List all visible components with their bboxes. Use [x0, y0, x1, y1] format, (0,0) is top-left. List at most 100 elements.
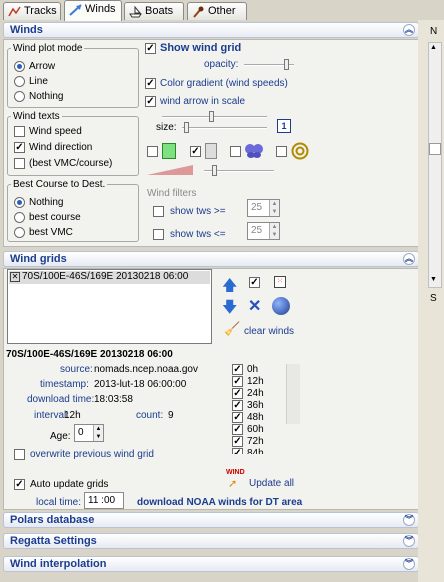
- gradient-slider-thumb[interactable]: [212, 165, 217, 176]
- radio-arrow[interactable]: [14, 61, 25, 72]
- timestamp-label: timestamp:: [40, 379, 89, 390]
- opacity-slider-thumb[interactable]: [284, 59, 289, 70]
- tab-winds[interactable]: Winds: [64, 0, 122, 21]
- target-ring-icon[interactable]: [291, 142, 309, 163]
- hour-checkbox[interactable]: ✓: [232, 412, 243, 423]
- scroll-down-icon[interactable]: ▼: [430, 276, 437, 283]
- wind-grid-list[interactable]: ✕ 70S/100E-46S/169E 20130218 06:00: [7, 269, 212, 344]
- clear-winds-link[interactable]: clear winds: [244, 326, 294, 337]
- hour-item[interactable]: ✓ 48h: [230, 412, 290, 424]
- wind-direction-checkbox[interactable]: ✓: [14, 142, 25, 153]
- stepper-arrows-icon[interactable]: ▲ ▼: [269, 223, 279, 239]
- size-reset-button[interactable]: 1: [277, 119, 291, 133]
- grid-dots-icon[interactable]: ⁙: [274, 276, 286, 288]
- radio-nothing[interactable]: [14, 91, 25, 102]
- style-checkbox-3[interactable]: [230, 146, 241, 157]
- hour-item[interactable]: ✓ 0h: [230, 364, 290, 376]
- arrow-scale-slider[interactable]: [162, 116, 267, 118]
- tab-boats[interactable]: Boats: [124, 2, 184, 20]
- color-gradient-checkbox[interactable]: ✓: [145, 78, 156, 89]
- arrow-down-icon[interactable]: 🡇: [222, 297, 237, 322]
- wind-update-icon: WIND: [226, 469, 245, 476]
- hour-checkbox[interactable]: ✓: [232, 436, 243, 447]
- radio-best-vmc[interactable]: [14, 227, 25, 238]
- hour-checkbox[interactable]: ✓: [232, 448, 243, 454]
- delete-icon[interactable]: ✕: [248, 296, 261, 316]
- winds-section-header[interactable]: Winds ︽: [3, 22, 419, 38]
- expand-chevron-icon[interactable]: ︾: [403, 535, 415, 547]
- download-noaa-link[interactable]: download NOAA winds for DT area: [137, 497, 302, 508]
- timestamp-value: 2013-lut-18 06:00:00: [94, 379, 187, 390]
- list-item[interactable]: ✕ 70S/100E-46S/169E 20130218 06:00: [9, 271, 210, 284]
- source-label: source:: [60, 364, 93, 375]
- hour-checkbox[interactable]: ✓: [232, 388, 243, 399]
- style-checkbox-1[interactable]: [147, 146, 158, 157]
- butterfly-icon[interactable]: [244, 143, 264, 162]
- radio-nothing[interactable]: [14, 197, 25, 208]
- broom-icon[interactable]: 🧹: [224, 321, 240, 337]
- wind-texts-group: Wind texts Wind speed ✓ Wind direction (b…: [7, 111, 139, 176]
- expand-chevron-icon[interactable]: ︾: [403, 558, 415, 570]
- size-slider[interactable]: [182, 127, 267, 129]
- wind-speed-checkbox[interactable]: [14, 126, 25, 137]
- radio-label: Arrow: [29, 61, 56, 72]
- scroll-up-icon[interactable]: ▲: [430, 44, 437, 51]
- wind-grids-section-header[interactable]: Wind grids ︽: [3, 251, 419, 267]
- regatta-section-header[interactable]: Regatta Settings ︾: [3, 533, 419, 549]
- auto-update-checkbox[interactable]: ✓: [14, 479, 25, 490]
- interpolation-section-header[interactable]: Wind interpolation ︾: [3, 556, 419, 572]
- hour-checkbox[interactable]: ✓: [232, 424, 243, 435]
- best-vmc-checkbox[interactable]: [14, 158, 25, 169]
- list-item-label: 70S/100E-46S/169E 20130218 06:00: [22, 271, 189, 282]
- collapse-chevron-icon[interactable]: ︽: [403, 24, 415, 36]
- collapse-chevron-icon[interactable]: ︽: [403, 253, 415, 265]
- checkbox-label: show tws >=: [170, 206, 226, 217]
- tab-other[interactable]: Other: [187, 2, 247, 20]
- hour-item[interactable]: ✓ 60h: [230, 424, 290, 436]
- scroll-thumb[interactable]: [429, 143, 441, 155]
- hour-label: 0h: [247, 364, 259, 375]
- style-checkbox-2[interactable]: ✓: [190, 146, 201, 157]
- hour-item[interactable]: ✓ 72h: [230, 436, 290, 448]
- arrow-scale-checkbox[interactable]: ✓: [145, 96, 156, 107]
- hour-item[interactable]: ✓ 24h: [230, 388, 290, 400]
- tab-tracks[interactable]: Tracks: [3, 2, 61, 20]
- tws-max-checkbox[interactable]: [153, 229, 164, 240]
- delete-x-icon[interactable]: ✕: [10, 272, 20, 282]
- stepper-arrows-icon[interactable]: ▲ ▼: [269, 200, 279, 216]
- polars-section-header[interactable]: Polars database ︾: [3, 512, 419, 528]
- age-stepper[interactable]: 0 ▲ ▼: [74, 424, 104, 442]
- hour-checkbox[interactable]: ✓: [232, 364, 243, 375]
- stepper-arrows-icon[interactable]: ▲ ▼: [93, 425, 103, 441]
- size-slider-thumb[interactable]: [184, 122, 189, 133]
- hour-item[interactable]: ✓ 36h: [230, 400, 290, 412]
- globe-icon[interactable]: [272, 297, 290, 315]
- checkbox-label: show tws <=: [170, 229, 226, 240]
- tws-min-stepper[interactable]: 25 ▲ ▼: [247, 199, 280, 217]
- local-time-input[interactable]: 11 :00: [84, 492, 124, 509]
- radio-best-course[interactable]: [14, 212, 25, 223]
- select-all-checkbox[interactable]: ✓: [249, 277, 260, 288]
- green-swatch[interactable]: [162, 143, 176, 159]
- radio-line[interactable]: [14, 76, 25, 87]
- stepper-value: 25: [251, 202, 263, 213]
- show-wind-grid-checkbox[interactable]: ✓: [145, 43, 156, 54]
- hour-item[interactable]: ✓ 84h: [230, 448, 290, 454]
- checkbox-label: Wind direction: [29, 142, 93, 153]
- hours-scrollbar[interactable]: [286, 364, 300, 424]
- hour-checkbox[interactable]: ✓: [232, 400, 243, 411]
- arrow-scale-thumb[interactable]: [209, 111, 214, 122]
- map-side-strip: N ▲ ▼ S: [418, 20, 444, 582]
- update-all-link[interactable]: Update all: [249, 478, 294, 489]
- hour-checkbox[interactable]: ✓: [232, 376, 243, 387]
- radio-label: Nothing: [29, 91, 64, 102]
- tws-max-stepper[interactable]: 25 ▲ ▼: [247, 222, 280, 240]
- hour-item[interactable]: ✓ 12h: [230, 376, 290, 388]
- tab-label: Tracks: [24, 5, 57, 17]
- overwrite-checkbox[interactable]: [14, 449, 25, 460]
- expand-chevron-icon[interactable]: ︾: [403, 514, 415, 526]
- tws-min-checkbox[interactable]: [153, 206, 164, 217]
- style-checkbox-4[interactable]: [276, 146, 287, 157]
- gray-swatch[interactable]: [205, 143, 217, 159]
- zoom-scrollbar[interactable]: ▲ ▼: [428, 42, 442, 288]
